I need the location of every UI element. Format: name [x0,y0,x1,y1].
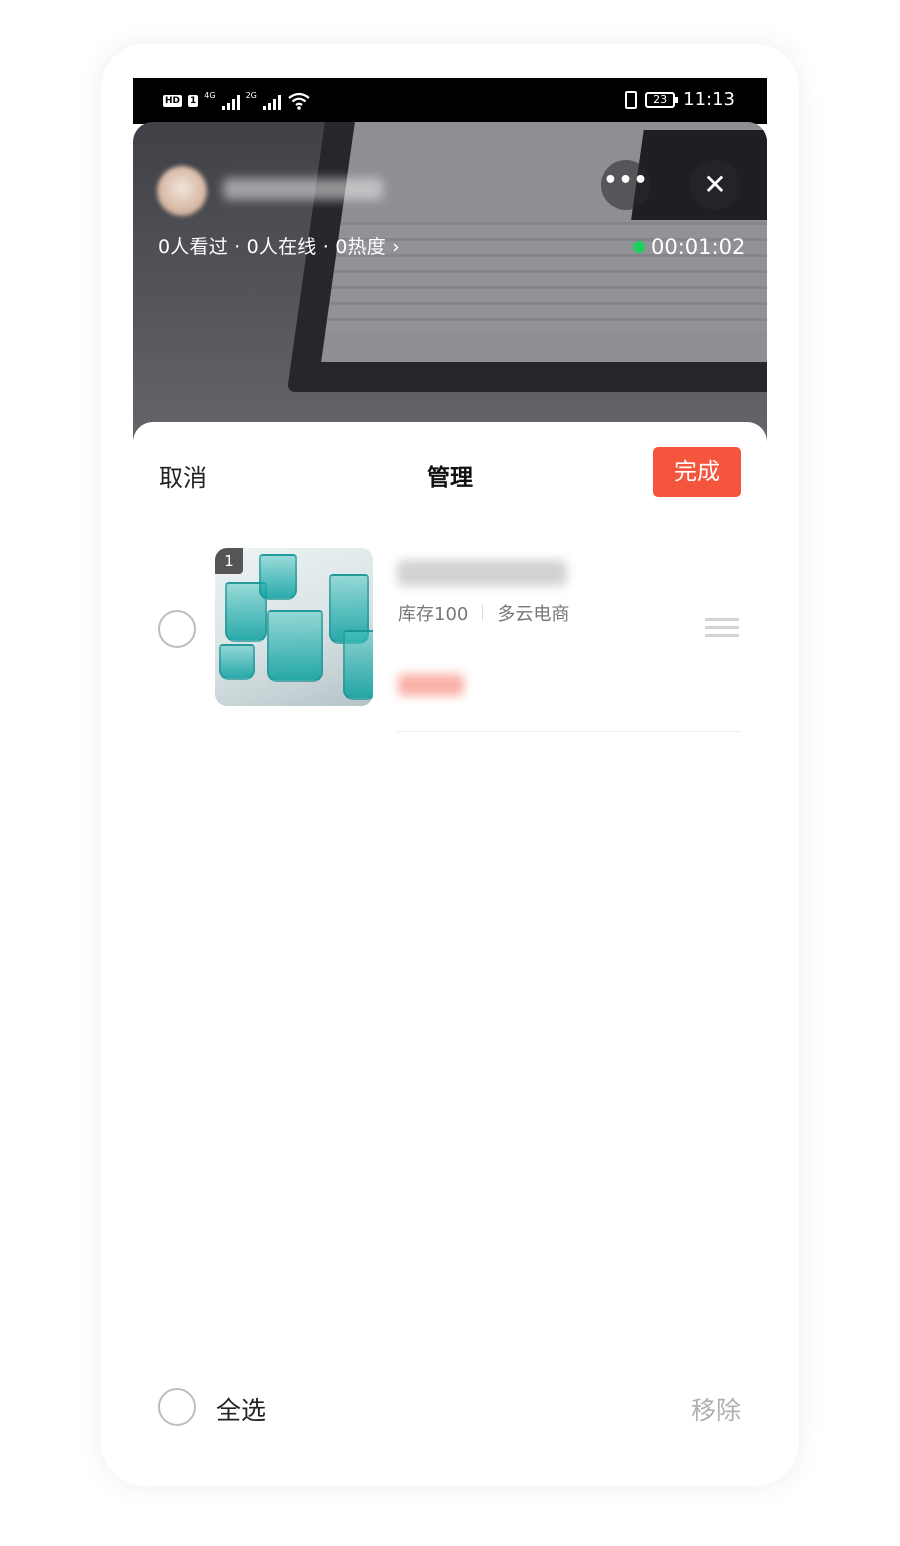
done-button[interactable]: 完成 [653,447,741,497]
streamer-avatar[interactable] [157,166,207,216]
glass-shape [343,630,373,700]
close-icon: ✕ [703,168,727,201]
clock: 11:13 [683,89,735,110]
battery-icon: 23 [645,91,679,108]
select-all-checkbox[interactable] [158,1388,196,1426]
status-right: 23 11:13 [625,89,735,110]
video-overlay [133,122,767,452]
signal-icon [221,94,240,110]
product-stock: 库存100 [398,604,469,625]
status-left: HD 1 4G 2G [163,90,311,110]
select-all-label[interactable]: 全选 [216,1391,266,1427]
live-status-dot [633,241,645,253]
remove-button[interactable]: 移除 [691,1391,741,1427]
signal-icon-2 [262,94,281,110]
status-bar: HD 1 4G 2G 23 11:13 [133,78,767,124]
glass-shape [219,644,255,680]
glass-shape [267,610,323,682]
network-type-2: 2G [245,91,257,100]
vibrate-icon [625,90,638,109]
more-button[interactable]: ••• [601,160,651,210]
product-index-badge: 1 [215,548,243,574]
timer-text: 00:01:02 [651,235,746,259]
wifi-icon [288,92,310,110]
bottom-action-bar: 全选 移除 [133,1388,767,1448]
more-dots-icon: ••• [603,168,649,193]
glass-shape [259,554,297,600]
phone-screen: HD 1 4G 2G 23 11:13 0人看过 · 0人在线 · 0热度 › … [133,78,767,1468]
product-price-blurred [398,674,464,696]
product-select-checkbox[interactable] [158,610,196,648]
row-divider [397,731,741,732]
live-timer: 00:01:02 [633,235,745,259]
sim-badge: 1 [188,95,199,107]
product-row[interactable]: 1 库存100 多云电商 [133,548,767,736]
live-video-preview: 0人看过 · 0人在线 · 0热度 › ••• ✕ 00:01:02 [133,122,767,452]
network-type-1: 4G [204,91,216,100]
meta-divider [482,605,484,621]
product-thumbnail: 1 [215,548,373,706]
product-meta: 库存100 多云电商 [398,600,569,626]
product-title-blurred [397,560,567,586]
drag-handle-icon[interactable] [705,618,739,640]
close-button[interactable]: ✕ [690,160,740,210]
streamer-name-blurred [223,178,383,200]
live-stats[interactable]: 0人看过 · 0人在线 · 0热度 › [158,232,400,259]
hd-badge: HD [163,95,183,107]
product-shop: 多云电商 [497,604,570,625]
manage-sheet: 取消 管理 完成 1 库存100 多云电商 全选 移除 [133,422,767,1468]
